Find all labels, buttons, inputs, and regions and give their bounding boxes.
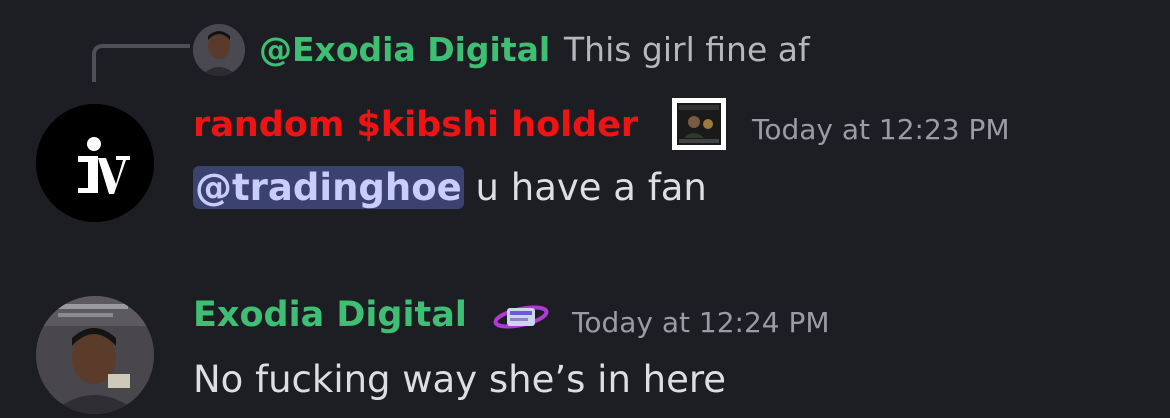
message-author[interactable]: random $kibshi holder (193, 105, 638, 145)
message-timestamp[interactable]: Today at 12:23 PM (752, 113, 1010, 146)
user-mention[interactable]: @tradinghoe (193, 166, 464, 209)
message-text: No fucking way she’s in here (193, 358, 727, 401)
avatar[interactable] (36, 104, 154, 222)
message-timestamp[interactable]: Today at 12:24 PM (572, 306, 830, 339)
reply-text[interactable]: This girl fine af (564, 30, 810, 69)
avatar[interactable] (36, 296, 154, 414)
message-author[interactable]: Exodia Digital (193, 295, 467, 335)
brand-logo-icon (36, 104, 154, 222)
reply-connector (92, 44, 190, 82)
reply-author[interactable]: @Exodia Digital (259, 30, 550, 69)
role-icon (672, 98, 726, 150)
reply-avatar[interactable] (193, 24, 245, 76)
message-text: u have a fan (463, 166, 707, 209)
message-content: @tradinghoe u have a fan (193, 166, 707, 209)
role-icon (493, 299, 549, 335)
